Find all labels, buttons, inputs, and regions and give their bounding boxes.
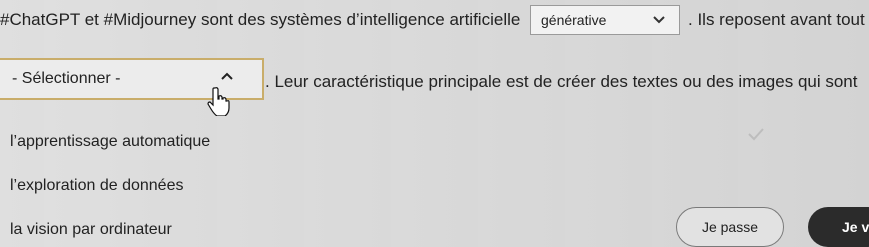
dropdown-option[interactable]: la vision par ordinateur bbox=[10, 221, 172, 239]
dropdown-option[interactable]: l’apprentissage automatique bbox=[10, 133, 210, 151]
chevron-down-icon bbox=[653, 6, 665, 44]
blank-1-selected-value: générative bbox=[541, 12, 607, 28]
sentence-part-1: #ChatGPT et #Midjourney sont des système… bbox=[0, 10, 521, 29]
next-button[interactable]: Je va bbox=[808, 207, 869, 247]
dropdown-option[interactable]: l’exploration de données bbox=[10, 177, 183, 195]
blank-2-selected-value: - Sélectionner - bbox=[12, 70, 121, 87]
skip-button[interactable]: Je passe bbox=[676, 207, 784, 247]
hand-cursor-icon bbox=[207, 87, 230, 116]
sentence-part-3: . Leur caractéristique principale est de… bbox=[265, 72, 858, 91]
sentence-part-2: . Ils reposent avant tout sur bbox=[688, 10, 869, 29]
faint-check-icon bbox=[748, 128, 764, 141]
blank-1-dropdown[interactable]: générative bbox=[530, 5, 680, 35]
